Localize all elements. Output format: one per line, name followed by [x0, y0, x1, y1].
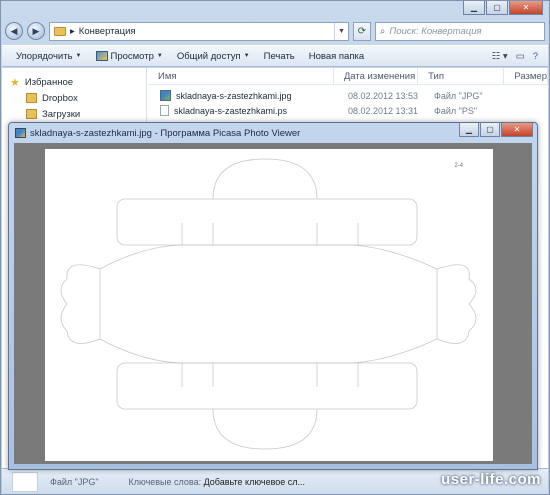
file-thumbnail [12, 471, 38, 492]
minimize-button[interactable]: ▁ [463, 1, 485, 15]
status-keywords: Ключевые слова: Добавьте ключевое сл... [129, 477, 306, 487]
close-button[interactable]: ✕ [509, 1, 543, 15]
column-headers: Имя Дата изменения Тип Размер [148, 68, 548, 85]
star-icon: ★ [10, 76, 20, 89]
command-bar: Упорядочить ▼ Просмотр ▼ Общий доступ ▼ … [2, 45, 548, 67]
view-mode-icon[interactable]: ☷ ▾ [492, 51, 508, 62]
folder-icon [54, 26, 66, 36]
help-icon[interactable]: ? [533, 51, 538, 62]
file-row[interactable]: skladnaya-s-zastezhkami.jpg 08.02.2012 1… [148, 88, 548, 103]
picasa-window: skladnaya-s-zastezhkami.jpg - Программа … [8, 122, 538, 470]
sidebar-item-favorites[interactable]: ★ Избранное [2, 74, 146, 90]
file-name: skladnaya-s-zastezhkami.jpg [176, 90, 292, 101]
picasa-window-controls: ▁ ▢ ✕ [459, 123, 533, 137]
sidebar-item-label: Dropbox [42, 92, 78, 104]
status-file-type: Файл "JPG" [50, 476, 99, 487]
minimize-button[interactable]: ▁ [459, 123, 479, 137]
new-folder-button[interactable]: Новая папка [309, 51, 364, 62]
preview-pane-icon[interactable]: ▭ [516, 51, 525, 62]
file-type: Файл "JPG" [434, 90, 483, 101]
toolbar-right: ☷ ▾ ▭ ? [492, 51, 548, 62]
address-sep: ▸ [70, 25, 75, 37]
view-button[interactable]: Просмотр ▼ [95, 50, 163, 62]
file-name: skladnaya-s-zastezhkami.ps [174, 105, 288, 116]
preview-icon [95, 51, 108, 61]
keywords-value[interactable]: Добавьте ключевое сл... [204, 477, 305, 487]
view-label: Просмотр [110, 50, 154, 62]
address-bar[interactable]: ▸ Конвертация ▼ [49, 21, 349, 41]
refresh-button[interactable]: ⟳ [353, 21, 371, 41]
box-template-drawing [60, 158, 477, 450]
maximize-button[interactable]: ▢ [480, 123, 500, 137]
share-label: Общий доступ [176, 50, 241, 62]
close-button[interactable]: ✕ [501, 123, 533, 137]
address-text: Конвертация [78, 25, 136, 37]
sidebar-item-label: Загрузки [42, 108, 81, 120]
organize-label: Упорядочить [16, 50, 73, 62]
print-button[interactable]: Печать [264, 51, 295, 62]
file-date: 08.02.2012 13:53 [348, 90, 419, 101]
address-dropdown-icon[interactable]: ▼ [334, 22, 348, 40]
search-input[interactable]: ⌕ Поиск: Конвертация [375, 21, 545, 41]
folder-icon [26, 109, 37, 119]
organize-button[interactable]: Упорядочить ▼ [16, 51, 82, 62]
search-icon: ⌕ [380, 25, 386, 37]
file-name-cell: skladnaya-s-zastezhkami.jpg [148, 88, 338, 103]
search-placeholder: Поиск: Конвертация [389, 25, 482, 37]
forward-button[interactable]: ▶ [27, 22, 45, 40]
photo-viewport: 2-4 [14, 143, 532, 464]
picasa-titlebar: skladnaya-s-zastezhkami.jpg - Программа … [15, 126, 447, 140]
chevron-down-icon: ▼ [243, 53, 250, 59]
file-name-cell: skladnaya-s-zastezhkami.ps [148, 103, 338, 118]
file-type: Файл "PS" [434, 105, 478, 116]
chevron-down-icon: ▼ [156, 53, 163, 59]
image-file-icon [160, 90, 171, 101]
back-button[interactable]: ◀ [5, 22, 23, 40]
keywords-label: Ключевые слова: [128, 476, 202, 487]
column-size[interactable]: Размер [504, 68, 548, 84]
favorites-label: Избранное [24, 76, 74, 88]
file-list: skladnaya-s-zastezhkami.jpg 08.02.2012 1… [148, 88, 548, 118]
document-file-icon [160, 105, 169, 116]
window-controls: ▁ ▢ ✕ [463, 1, 543, 15]
picasa-app-icon [15, 128, 26, 138]
chevron-down-icon: ▼ [75, 53, 82, 59]
print-label: Печать [263, 50, 295, 62]
sidebar-item-dropbox[interactable]: Dropbox [2, 90, 146, 106]
share-button[interactable]: Общий доступ ▼ [177, 51, 250, 62]
column-date[interactable]: Дата изменения [334, 68, 419, 84]
picasa-title: skladnaya-s-zastezhkami.jpg - Программа … [30, 127, 301, 139]
column-name[interactable]: Имя [148, 68, 334, 84]
address-row: ◀ ▶ ▸ Конвертация ▼ ⟳ ⌕ Поиск: Конвертац… [5, 19, 545, 43]
watermark: user-life.com [441, 471, 541, 488]
sidebar-item-downloads[interactable]: Загрузки [2, 106, 146, 122]
folder-icon [26, 93, 37, 103]
column-type[interactable]: Тип [418, 68, 505, 84]
file-date: 08.02.2012 13:31 [348, 105, 419, 116]
image-page: 2-4 [45, 149, 493, 461]
file-row[interactable]: skladnaya-s-zastezhkami.ps 08.02.2012 13… [148, 103, 548, 118]
maximize-button[interactable]: ▢ [486, 1, 508, 15]
new-folder-label: Новая папка [308, 50, 365, 62]
